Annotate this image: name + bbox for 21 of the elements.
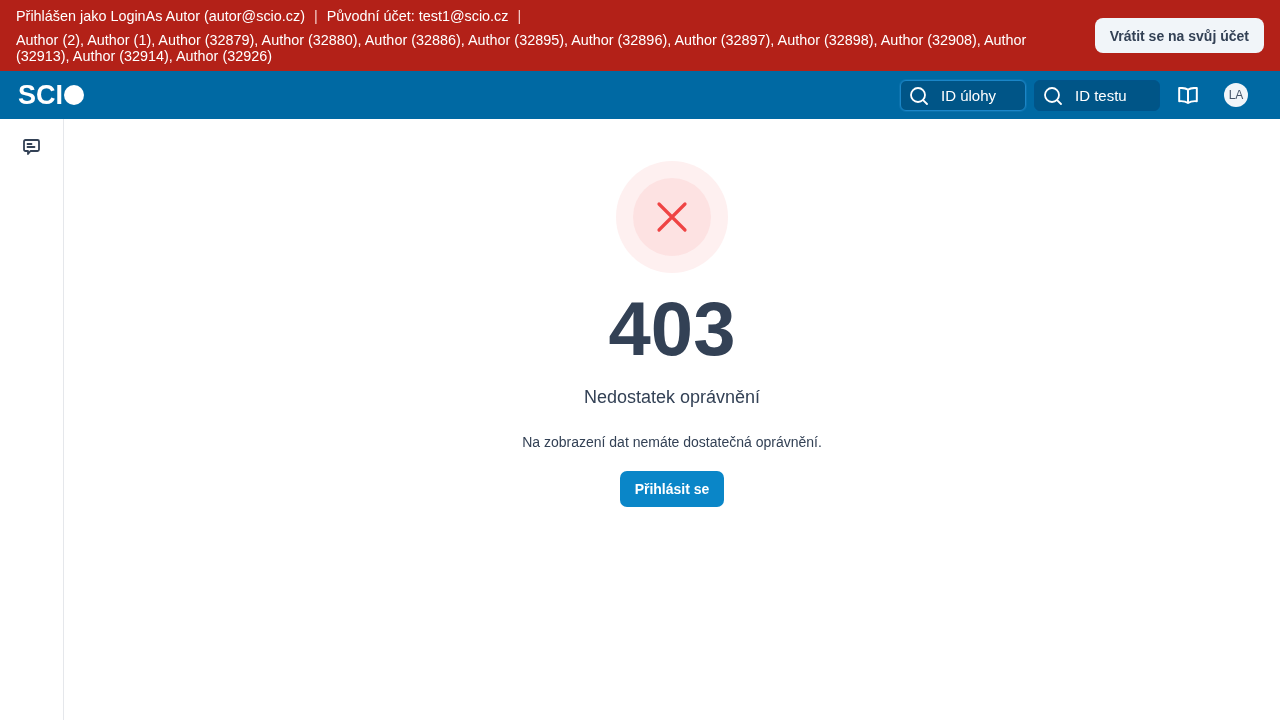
error-x-icon <box>616 161 728 273</box>
author-list: Author (2), Author (1), Author (32879), Author (32880), Author (32886), Author (32895), Author (32896), Author (32897), Author (32898), Author (32908), Author (32913), Author (32914), Author (32926) <box>16 32 1071 64</box>
search-field[interactable]: ID úlohy <box>900 79 1026 111</box>
account-info-text: Původní účet: test1@scio.cz <box>326 8 509 24</box>
search-icon <box>1044 86 1062 105</box>
separator-text: | <box>517 8 522 24</box>
book-icon <box>1178 86 1198 104</box>
search-icon <box>910 86 928 105</box>
account-info-text: Přihlášen jako LoginAs Autor (autor@scio.cz) <box>16 8 305 24</box>
chat-icon <box>23 139 40 155</box>
logo[interactable]: SCI <box>18 81 84 109</box>
separator-text: | <box>313 8 318 24</box>
user-avatar[interactable]: LA <box>1224 83 1248 107</box>
return-account-button[interactable]: Vrátit se na svůj účet <box>1094 18 1264 53</box>
error-code: 403 <box>608 285 736 373</box>
search-field[interactable]: ID testu <box>1034 79 1160 111</box>
documentation-button[interactable] <box>1177 84 1199 106</box>
error-title: Nedostatek oprávnění <box>583 386 761 408</box>
error-message: Na zobrazení dat nemáte dostatečná oprávnění. <box>522 433 822 451</box>
login-button[interactable]: Přihlásit se <box>619 471 725 507</box>
comments-button[interactable] <box>23 139 40 155</box>
